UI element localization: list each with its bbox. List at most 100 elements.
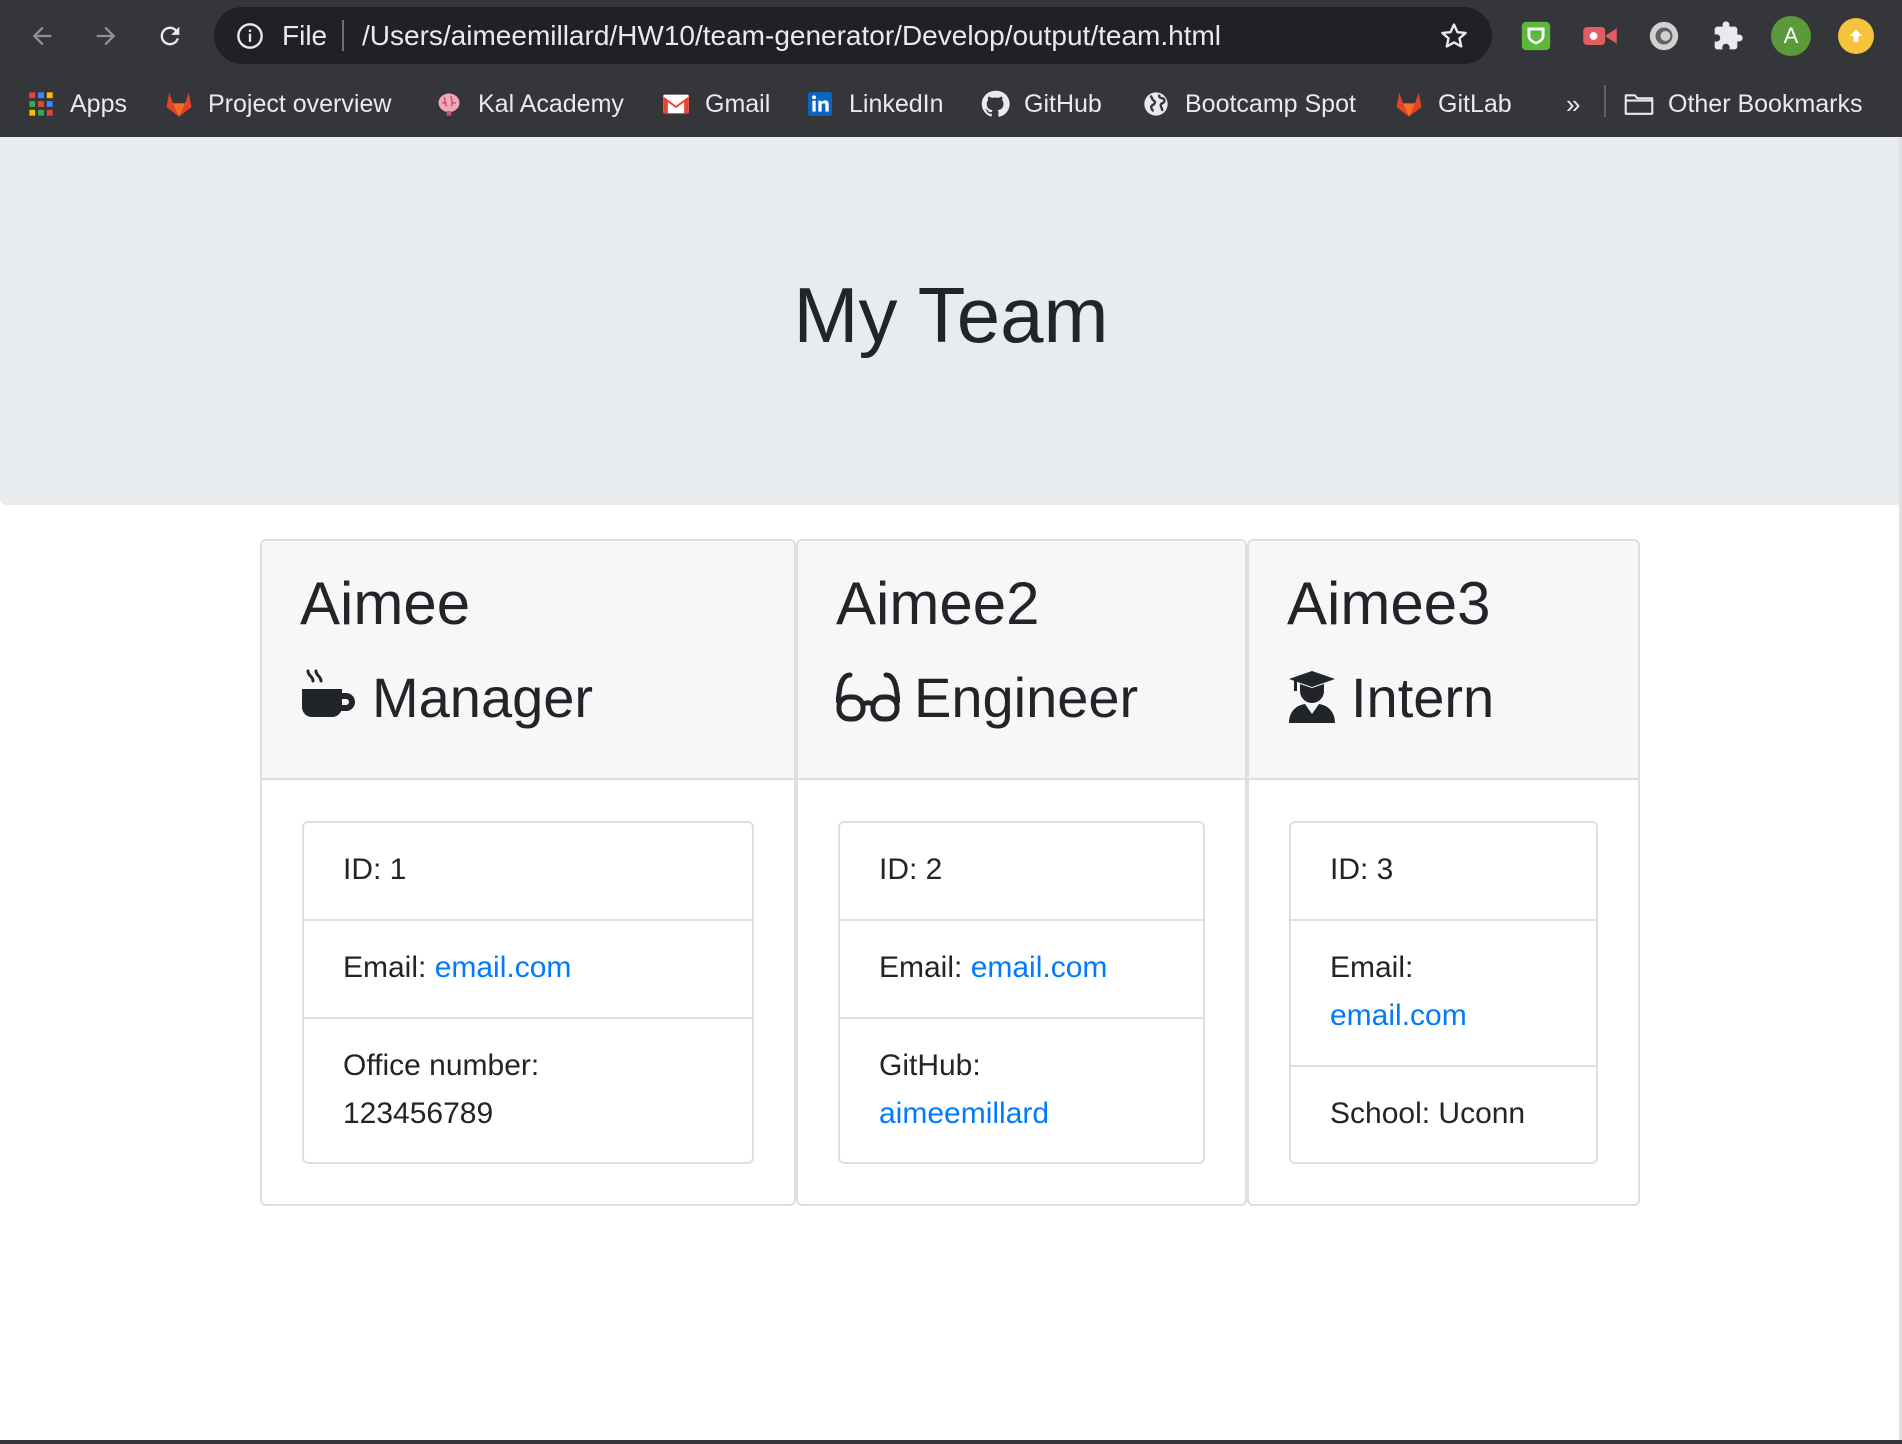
gitlab-icon <box>164 89 194 119</box>
window-bottom-edge <box>0 1440 1902 1444</box>
github-link[interactable]: aimeemillard <box>879 1097 1049 1130</box>
shield-extension-icon <box>1521 21 1551 51</box>
page-header: My Team <box>0 137 1902 505</box>
card-header: Aimee2 Engineer <box>798 541 1245 780</box>
list-item-github: GitHub: aimeemillard <box>840 1017 1203 1162</box>
extension-disc-button[interactable] <box>1642 14 1686 58</box>
page-viewport: My Team Aimee Manager ID: 1 Email: email… <box>0 137 1902 1444</box>
email-link[interactable]: email.com <box>971 951 1108 984</box>
school-text: School: Uconn <box>1330 1097 1526 1130</box>
extensions-button[interactable] <box>1706 14 1750 58</box>
list-item-email: Email: email.com <box>304 919 752 1017</box>
card-header: Aimee3 Intern <box>1249 541 1638 780</box>
bookmark-label: Bootcamp Spot <box>1185 89 1356 118</box>
list-item-email: Email: email.com <box>1291 919 1596 1065</box>
email-link[interactable]: email.com <box>435 951 572 984</box>
coffee-icon <box>302 669 355 717</box>
bookmark-kal-academy[interactable]: Kal Academy <box>434 84 624 124</box>
office-number-value: 123456789 <box>343 1097 494 1130</box>
profile-avatar[interactable]: A <box>1771 16 1811 56</box>
puzzle-piece-icon <box>1714 21 1743 50</box>
employee-card-manager: Aimee Manager ID: 1 Email: email.com Off… <box>260 539 796 1206</box>
github-label: GitHub: <box>879 1049 981 1082</box>
bookmark-label: GitLab <box>1438 89 1512 118</box>
arrow-left-icon <box>32 26 52 46</box>
employee-id: ID: 3 <box>1330 853 1394 886</box>
forward-button[interactable] <box>84 14 128 58</box>
employee-name: Aimee3 <box>1287 570 1491 637</box>
reload-icon <box>160 26 180 46</box>
email-link[interactable]: email.com <box>1330 999 1467 1032</box>
bookmark-gitlab[interactable]: GitLab <box>1394 84 1512 124</box>
url-scheme-label: File <box>282 20 328 51</box>
employee-role: Engineer <box>836 665 1138 729</box>
bookmark-label: GitHub <box>1024 89 1102 118</box>
list-item-id: ID: 2 <box>840 823 1203 919</box>
employee-details-list: ID: 3 Email: email.com School: Uconn <box>1289 821 1598 1164</box>
bookmark-label: Apps <box>70 89 127 118</box>
bookmarks-overflow-button[interactable]: » <box>1566 84 1580 124</box>
other-bookmarks-folder[interactable]: Other Bookmarks <box>1624 84 1863 124</box>
email-label: Email: <box>879 951 971 984</box>
employee-name: Aimee <box>300 570 471 637</box>
bookmark-bootcamp-spot[interactable]: Bootcamp Spot <box>1141 84 1356 124</box>
bookmark-github[interactable]: GitHub <box>980 84 1102 124</box>
employee-details-list: ID: 1 Email: email.com Office number: 12… <box>302 821 754 1164</box>
bookmarks-separator <box>1604 85 1606 117</box>
video-camera-icon <box>1583 27 1617 45</box>
browser-toolbar: File /Users/aimeemillard/HW10/team-gener… <box>0 0 1902 72</box>
card-header: Aimee Manager <box>262 541 794 780</box>
glasses-icon <box>836 672 900 722</box>
extension-video-button[interactable] <box>1578 14 1622 58</box>
address-bar[interactable]: File /Users/aimeemillard/HW10/team-gener… <box>214 7 1492 64</box>
employee-card-engineer: Aimee2 Engineer ID: 2 Email: email.com G… <box>796 539 1247 1206</box>
bookmark-linkedin[interactable]: LinkedIn <box>805 84 944 124</box>
list-item-id: ID: 3 <box>1291 823 1596 919</box>
brain-icon <box>434 89 464 119</box>
employee-id: ID: 2 <box>879 853 943 886</box>
email-label: Email: <box>343 951 435 984</box>
arrow-right-icon <box>96 26 116 46</box>
employee-details-list: ID: 2 Email: email.com GitHub: aimeemill… <box>838 821 1205 1164</box>
browser-chrome: File /Users/aimeemillard/HW10/team-gener… <box>0 0 1902 137</box>
bookmark-label: Other Bookmarks <box>1668 89 1863 118</box>
bookmark-label: Gmail <box>705 89 771 118</box>
linkedin-icon <box>805 89 835 119</box>
update-button[interactable] <box>1838 18 1874 54</box>
email-label: Email: <box>1330 951 1414 984</box>
list-item-office-number: Office number: 123456789 <box>304 1017 752 1162</box>
info-icon[interactable] <box>236 22 264 50</box>
employee-card-intern: Aimee3 Intern ID: 3 Email: email.com Sch… <box>1247 539 1640 1206</box>
bookmark-label: LinkedIn <box>849 89 944 118</box>
globe-icon <box>1141 89 1171 119</box>
bookmark-apps[interactable]: Apps <box>26 84 127 124</box>
gmail-icon <box>661 89 691 119</box>
office-number-label: Office number: <box>343 1049 540 1082</box>
bookmark-gmail[interactable]: Gmail <box>661 84 770 124</box>
url-text[interactable]: /Users/aimeemillard/HW10/team-generator/… <box>362 20 1221 52</box>
graduate-icon <box>1289 671 1335 723</box>
employee-role: Manager <box>300 665 593 729</box>
github-icon <box>980 89 1010 119</box>
back-button[interactable] <box>20 14 64 58</box>
extension-shield-button[interactable] <box>1514 14 1558 58</box>
list-item-id: ID: 1 <box>304 823 752 919</box>
role-label: Engineer <box>914 665 1139 729</box>
list-item-school: School: Uconn <box>1291 1065 1596 1162</box>
bookmarks-bar: Apps Project overview Kal Academy Gmail … <box>0 72 1902 137</box>
disc-extension-icon <box>1649 21 1679 51</box>
omnibox-divider <box>342 20 344 51</box>
bookmark-label: Kal Academy <box>478 89 624 118</box>
bookmark-project-overview[interactable]: Project overview <box>164 84 391 124</box>
bookmark-star-icon[interactable] <box>1438 20 1470 52</box>
employee-id: ID: 1 <box>343 853 407 886</box>
page-title: My Team <box>793 271 1109 359</box>
bookmark-label: Project overview <box>208 89 392 118</box>
role-label: Manager <box>372 665 594 729</box>
folder-icon <box>1624 89 1654 119</box>
update-arrow-icon <box>1850 29 1862 42</box>
role-label: Intern <box>1351 665 1495 729</box>
reload-button[interactable] <box>148 14 192 58</box>
apps-grid-icon <box>26 89 56 119</box>
list-item-email: Email: email.com <box>840 919 1203 1017</box>
